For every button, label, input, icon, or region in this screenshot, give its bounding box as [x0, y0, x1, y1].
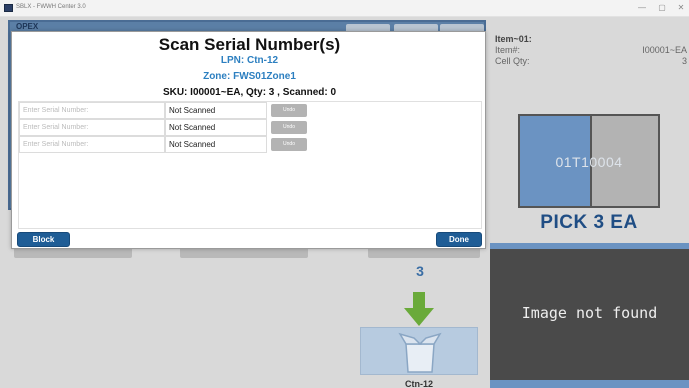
app-icon: [4, 4, 13, 12]
serial-number-input[interactable]: Enter Serial Number:: [19, 102, 165, 119]
put-quantity: 3: [416, 263, 424, 279]
undo-button[interactable]: Undo: [271, 104, 307, 117]
carton-label: Ctn-12: [404, 379, 433, 388]
scan-serial-dialog: Scan Serial Number(s) LPN: Ctn-12 Zone: …: [11, 31, 486, 249]
item-image-placeholder: Image not found: [490, 249, 689, 380]
scan-status: Not Scanned: [165, 119, 267, 136]
pick-instruction: PICK 3 EA: [540, 212, 638, 233]
undo-button[interactable]: Undo: [271, 121, 307, 134]
zone-label: Zone: FWS01Zone1: [203, 71, 296, 82]
serial-row: Enter Serial Number: Not Scanned Undo: [19, 102, 483, 119]
sku-summary: SKU: I00001~EA, Qty: 3 , Scanned: 0: [162, 87, 337, 98]
image-panel-bottom-bar: [490, 380, 689, 388]
down-arrow-icon: [404, 292, 434, 326]
item-info-row: Cell Qty: 3: [495, 56, 687, 66]
item-info-row: Item#: I00001~EA: [495, 45, 687, 55]
window-titlebar: SBLX - FWWH Center 3.0 — ▢ ✕: [0, 0, 689, 17]
done-button[interactable]: Done: [436, 232, 482, 247]
block-button[interactable]: Block: [17, 232, 70, 247]
serial-row: Enter Serial Number: Not Scanned Undo: [19, 136, 483, 153]
item-info-panel: Item~01: Item#: I00001~EA Cell Qty: 3: [490, 34, 689, 67]
window-title: SBLX - FWWH Center 3.0: [16, 4, 86, 10]
pick-location-display: 01T10004: [518, 114, 660, 208]
item-info-row: Item~01:: [495, 34, 532, 44]
serial-list: Enter Serial Number: Not Scanned Undo En…: [18, 101, 482, 229]
pick-location-code: 01T10004: [555, 154, 623, 170]
image-not-found-text: Image not found: [521, 304, 658, 322]
serial-number-input[interactable]: Enter Serial Number:: [19, 119, 165, 136]
maximize-icon[interactable]: ▢: [656, 3, 668, 12]
minimize-icon[interactable]: —: [636, 3, 648, 12]
carton-target[interactable]: [360, 327, 478, 375]
close-icon[interactable]: ✕: [675, 3, 687, 12]
lpn-label: LPN: Ctn-12: [220, 55, 279, 66]
dialog-title: Scan Serial Number(s): [158, 35, 341, 54]
scan-status: Not Scanned: [165, 102, 267, 119]
serial-row: Enter Serial Number: Not Scanned Undo: [19, 119, 483, 136]
undo-button[interactable]: Undo: [271, 138, 307, 151]
box-icon: [398, 332, 442, 373]
scan-status: Not Scanned: [165, 136, 267, 153]
serial-number-input[interactable]: Enter Serial Number:: [19, 136, 165, 153]
background-header-label: OPEX: [16, 22, 39, 31]
